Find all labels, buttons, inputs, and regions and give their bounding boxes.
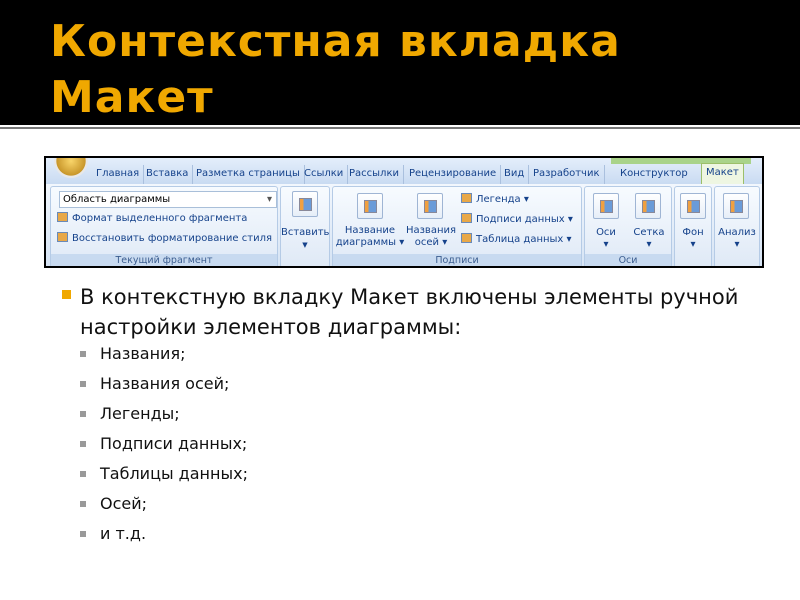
chart-element-select[interactable]: Область диаграммы ▾: [59, 191, 277, 208]
group-label: Подписи: [333, 254, 581, 266]
legend-label: Легенда: [476, 194, 521, 205]
tab-page-layout[interactable]: Разметка страницы: [192, 165, 305, 184]
tab-references[interactable]: Ссылки: [300, 165, 349, 184]
group-axes: Оси ▾ Сетка ▾ Оси: [584, 186, 672, 266]
dropdown-icon: ▼: [302, 241, 308, 249]
bullet-marker: [62, 290, 71, 299]
analysis-icon: [723, 193, 749, 219]
ribbon-screenshot: Главная Вставка Разметка страницы Ссылки…: [44, 156, 764, 268]
data-labels-icon: [461, 213, 472, 223]
data-table-button[interactable]: Таблица данных ▾: [461, 233, 572, 245]
ribbon-body: Область диаграммы ▾ Формат выделенного фр…: [46, 184, 762, 266]
analysis-label: Анализ: [718, 227, 756, 238]
bullet-text: В контекстную вкладку Макет включены эле…: [80, 285, 739, 339]
data-labels-label: Подписи данных: [476, 214, 565, 225]
gridlines-icon[interactable]: [635, 193, 661, 219]
tab-mailings[interactable]: Рассылки: [345, 165, 404, 184]
background-button[interactable]: Фон ▾: [674, 186, 712, 266]
slide-header: Контекстная вкладка Макет: [0, 0, 800, 125]
reset-style-label: Восстановить форматирование стиля: [72, 233, 272, 244]
format-selection-button[interactable]: Формат выделенного фрагмента: [57, 212, 247, 224]
gridlines-button[interactable]: Сетка ▾: [627, 227, 671, 251]
chart-title-icon[interactable]: [357, 193, 383, 219]
legend-button[interactable]: Легенда ▾: [461, 193, 529, 205]
insert-icon: [292, 191, 318, 217]
insert-label: Вставить: [281, 227, 330, 238]
tab-design[interactable]: Конструктор: [616, 165, 692, 184]
background-label: Фон: [682, 227, 704, 238]
background-icon: [680, 193, 706, 219]
data-table-label: Таблица данных: [476, 234, 564, 245]
chart-title-button[interactable]: Название диаграммы ▾: [335, 225, 405, 249]
axis-titles-icon[interactable]: [417, 193, 443, 219]
legend-icon: [461, 193, 472, 203]
tab-developer[interactable]: Разработчик: [529, 165, 605, 184]
divider: [0, 127, 800, 129]
format-icon: [57, 212, 68, 222]
tab-view[interactable]: Вид: [500, 165, 530, 184]
office-button-icon[interactable]: [54, 158, 88, 178]
analysis-button[interactable]: Анализ ▾: [714, 186, 760, 266]
axes-button[interactable]: Оси ▾: [585, 227, 627, 251]
group-label: Оси: [585, 254, 671, 266]
format-selection-label: Формат выделенного фрагмента: [72, 213, 248, 224]
data-labels-button[interactable]: Подписи данных ▾: [461, 213, 573, 225]
tab-review[interactable]: Рецензирование: [405, 165, 502, 184]
tab-home[interactable]: Главная: [92, 165, 145, 184]
tab-insert[interactable]: Вставка: [142, 165, 194, 184]
insert-button[interactable]: Вставить ▼: [280, 186, 330, 266]
dropdown-icon: ▾: [266, 194, 272, 205]
group-label: Текущий фрагмент: [51, 254, 277, 266]
axis-titles-button[interactable]: Названия осей ▾: [403, 225, 459, 249]
ribbon-tabs: Главная Вставка Разметка страницы Ссылки…: [46, 158, 762, 184]
group-current-fragment: Область диаграммы ▾ Формат выделенного фр…: [50, 186, 278, 266]
group-labels: Название диаграммы ▾ Названия осей ▾ Леген…: [332, 186, 582, 266]
reset-style-button[interactable]: Восстановить форматирование стиля: [57, 232, 272, 244]
slide-title: Контекстная вкладка Макет: [50, 16, 621, 123]
data-table-icon: [461, 233, 472, 243]
reset-icon: [57, 232, 68, 242]
axes-icon[interactable]: [593, 193, 619, 219]
tab-layout[interactable]: Макет: [701, 163, 744, 184]
combo-value: Область диаграммы: [63, 194, 171, 205]
